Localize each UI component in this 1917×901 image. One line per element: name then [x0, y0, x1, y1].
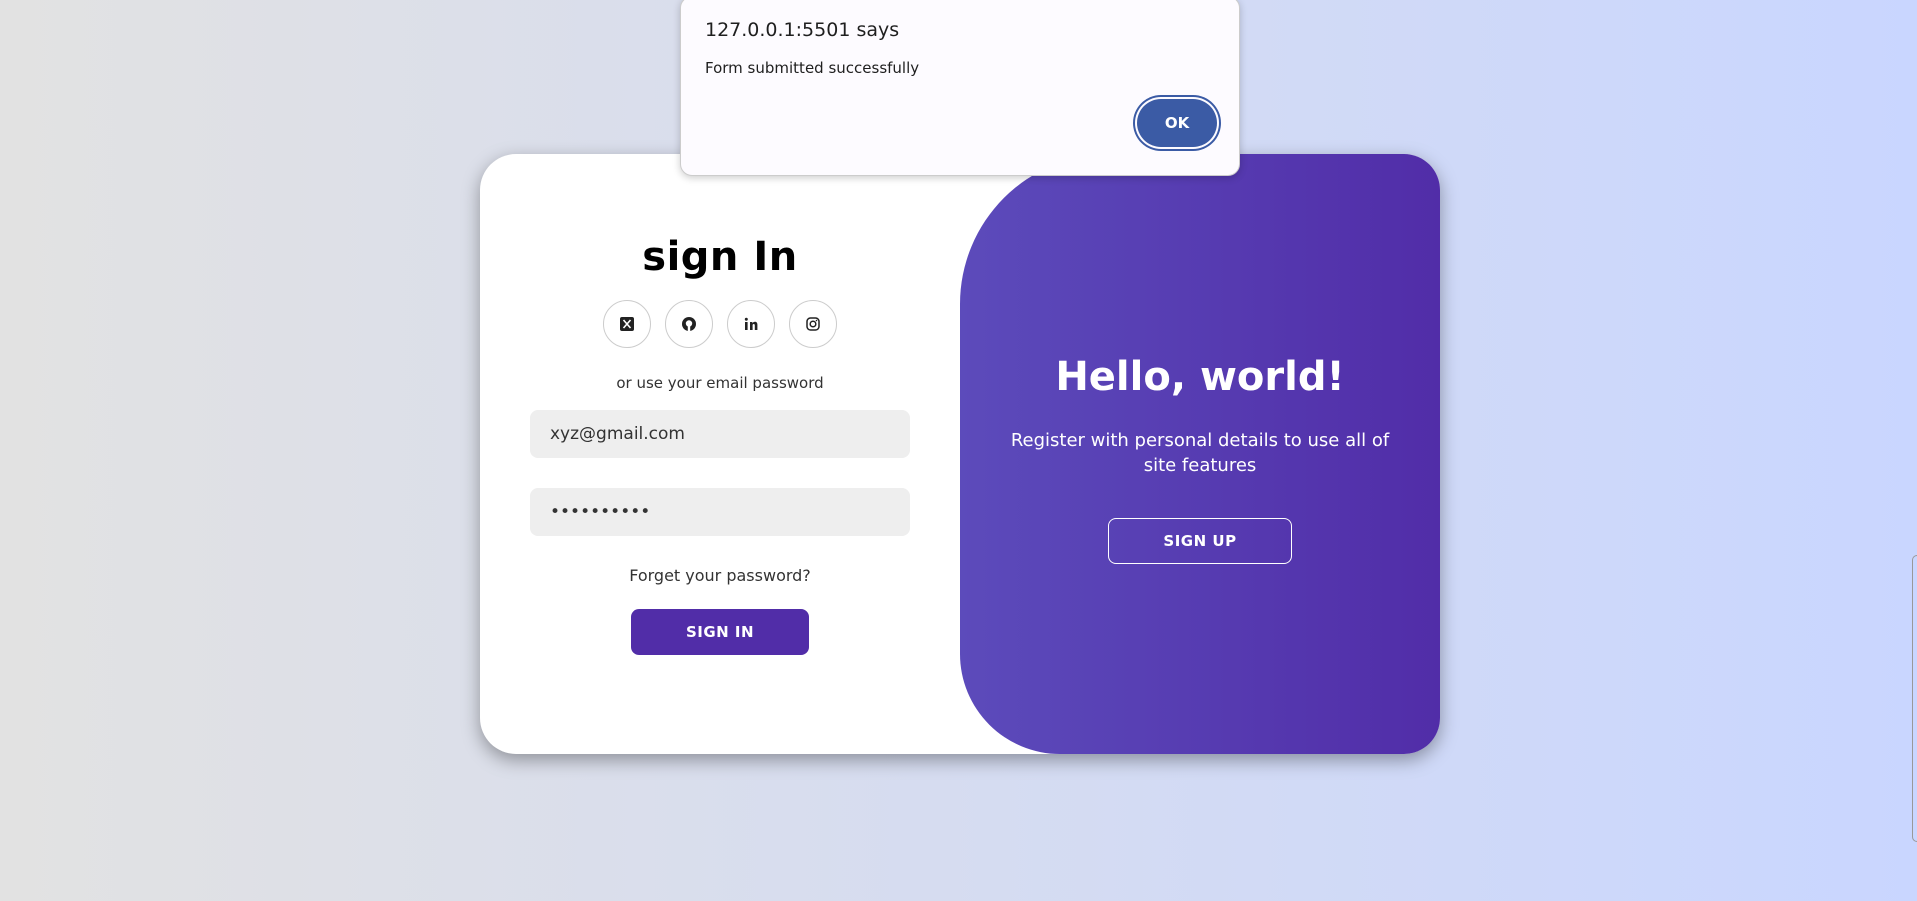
x-social-button[interactable] — [603, 300, 651, 348]
email-field[interactable]: xyz@gmail.com — [530, 410, 910, 458]
signin-button[interactable]: SIGN IN — [631, 609, 809, 655]
toggle-panel: Hello, world! Register with personal det… — [960, 154, 1440, 754]
dialog-message: Form submitted successfully — [705, 59, 920, 77]
signin-title: sign In — [642, 234, 798, 280]
instagram-icon — [806, 317, 820, 331]
auth-card: sign In or use your email password xyz@g… — [480, 154, 1440, 754]
linkedin-social-button[interactable] — [727, 300, 775, 348]
github-social-button[interactable] — [665, 300, 713, 348]
alert-dialog: 127.0.0.1:5501 says Form submitted succe… — [680, 0, 1240, 176]
x-icon — [620, 317, 634, 331]
panel-text: Register with personal details to use al… — [1010, 430, 1390, 476]
instagram-social-button[interactable] — [789, 300, 837, 348]
signin-form: sign In or use your email password xyz@g… — [480, 154, 960, 754]
ok-button[interactable]: OK — [1137, 99, 1217, 147]
email-hint: or use your email password — [616, 374, 824, 392]
forgot-password-link[interactable]: Forget your password? — [629, 566, 811, 585]
dialog-origin: 127.0.0.1:5501 says — [705, 19, 900, 41]
password-field[interactable]: •••••••••• — [530, 488, 910, 536]
linkedin-icon — [744, 317, 758, 330]
github-icon — [682, 317, 696, 331]
scrollbar-handle[interactable] — [1912, 555, 1917, 842]
social-icons — [603, 300, 837, 348]
panel-heading: Hello, world! — [1055, 354, 1345, 400]
signup-button[interactable]: SIGN UP — [1108, 518, 1292, 564]
